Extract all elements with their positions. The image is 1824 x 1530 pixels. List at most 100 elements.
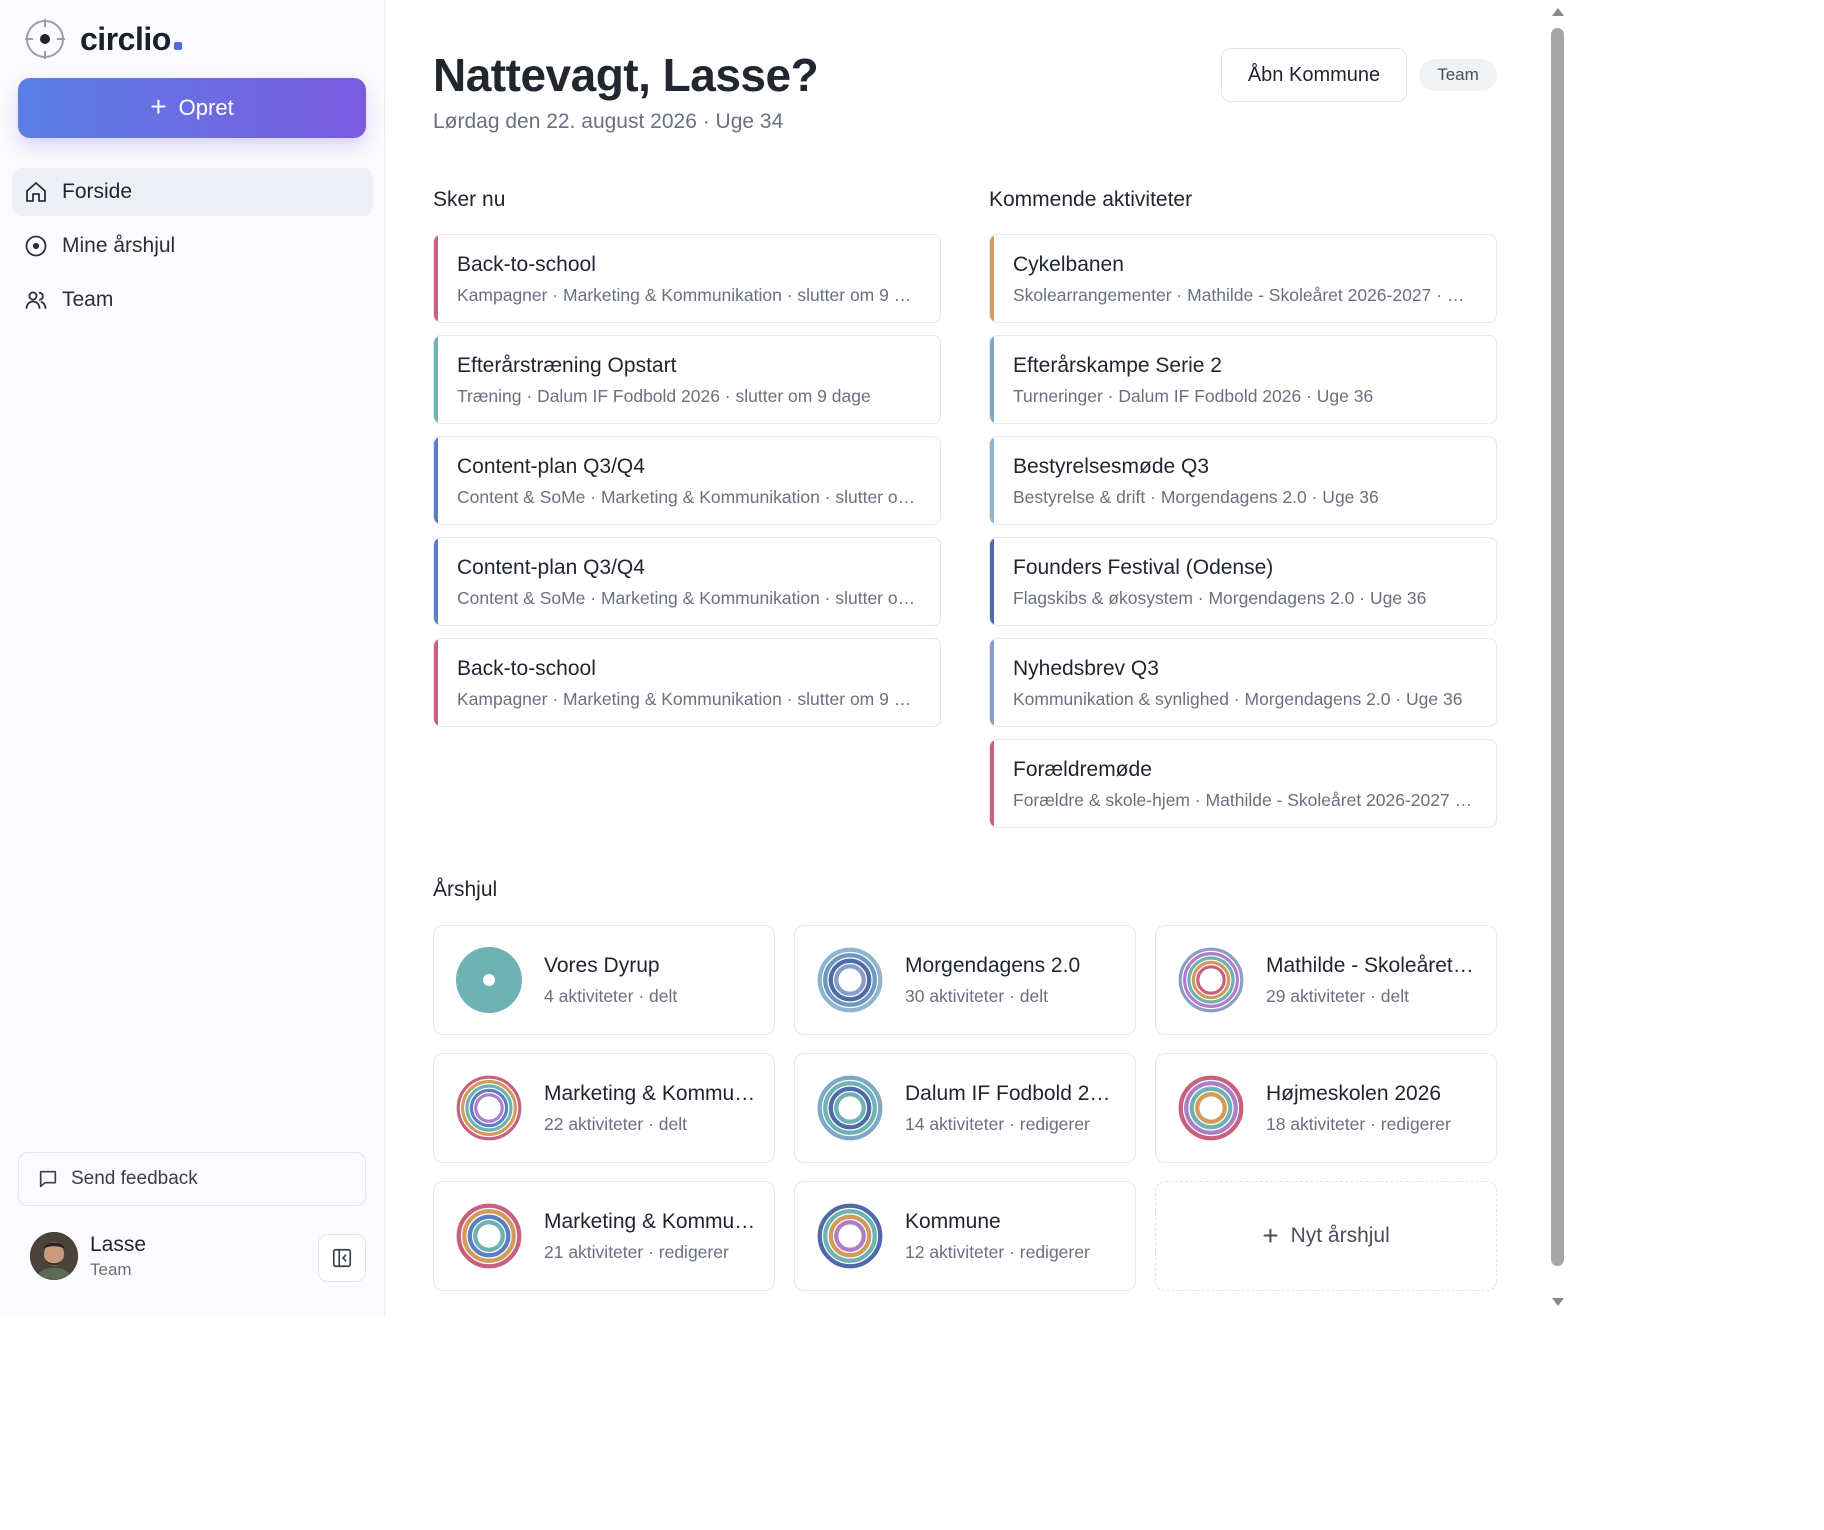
wheel-name: Marketing & Kommunikation (544, 1209, 756, 1233)
wheel-meta: 21 aktiviteter · redigerer (544, 1241, 729, 1262)
team-badge: Team (1419, 59, 1497, 91)
wheel-name: Dalum IF Fodbold 2026 (905, 1081, 1117, 1105)
activity-card[interactable]: Content-plan Q3/Q4 Content & SoMe · Marke… (433, 537, 941, 626)
wheels-section-title: Årshjul (433, 878, 498, 901)
wheel-meta: 4 aktiviteter · delt (544, 985, 678, 1006)
wheel-card[interactable]: Dalum IF Fodbold 2026 14 aktiviteter · re… (794, 1053, 1136, 1163)
user-profile[interactable]: Lasse Team (30, 1232, 146, 1280)
activity-title: Back-to-school (457, 253, 596, 276)
wheel-card[interactable]: Højmeskolen 2026 18 aktiviteter · rediger… (1155, 1053, 1497, 1163)
activity-card[interactable]: Bestyrelsesmøde Q3 Bestyrelse & drift · M… (989, 436, 1497, 525)
wheel-name: Mathilde - Skoleåret 2026-2027 (1266, 953, 1478, 977)
wheel-name: Kommune (905, 1209, 1001, 1233)
activity-title: Nyhedsbrev Q3 (1013, 657, 1159, 680)
wheel-card[interactable]: Morgendagens 2.0 30 aktiviteter · delt (794, 925, 1136, 1035)
home-icon (26, 182, 46, 202)
activity-title: Efterårstræning Opstart (457, 354, 677, 377)
activity-meta: Kampagner · Marketing & Kommunikation · … (457, 285, 920, 305)
plus-icon: + (150, 90, 167, 122)
wheels-grid: Vores Dyrup 4 aktiviteter · delt Morgendag… (433, 925, 1497, 1291)
activity-card[interactable]: Forældremøde Forældre & skole-hjem · Math… (989, 739, 1497, 828)
activity-title: Cykelbanen (1013, 253, 1124, 276)
wheel-meta: 22 aktiviteter · delt (544, 1113, 687, 1134)
wheel-text: Marketing & Kommunikation 22 aktiviteter … (544, 1082, 774, 1135)
scroll-down-arrow-icon[interactable] (1552, 1298, 1564, 1306)
message-square-icon (39, 1170, 57, 1188)
activity-meta: Skolearrangementer · Mathilde - Skoleåre… (1013, 285, 1476, 305)
create-button-label: Opret (178, 95, 234, 120)
wheel-text: Vores Dyrup 4 aktiviteter · delt (544, 954, 774, 1007)
brand-name: circlio (80, 21, 182, 58)
scrollbar[interactable] (1548, 0, 1568, 1315)
plus-icon: + (1262, 1220, 1279, 1251)
upcoming-section-title: Kommende aktiviteter (989, 188, 1193, 211)
wheel-meta: 14 aktiviteter · redigerer (905, 1113, 1090, 1134)
upcoming-list: Cykelbanen Skolearrangementer · Mathilde … (989, 234, 1497, 840)
now-section-title: Sker nu (433, 188, 506, 211)
create-button[interactable]: + Opret (18, 78, 366, 138)
wheel-meta: 12 aktiviteter · redigerer (905, 1241, 1090, 1262)
scroll-up-arrow-icon[interactable] (1552, 8, 1564, 16)
activity-meta: Content & SoMe · Marketing & Kommunikati… (457, 487, 920, 507)
new-wheel-label: Nyt årshjul (1290, 1224, 1390, 1247)
open-kommune-button[interactable]: Åbn Kommune (1221, 48, 1407, 102)
user-role: Team (90, 1259, 132, 1279)
activity-card[interactable]: Content-plan Q3/Q4 Content & SoMe · Marke… (433, 436, 941, 525)
sidebar-item-label: Forside (62, 180, 133, 203)
wheel-text: Højmeskolen 2026 18 aktiviteter · rediger… (1266, 1082, 1496, 1135)
collapse-sidebar-button[interactable] (318, 1234, 366, 1282)
wheel-icon (456, 947, 522, 1013)
sidebar-item-mine-arshjul[interactable]: Mine årshjul (12, 222, 373, 270)
wheel-text: Dalum IF Fodbold 2026 14 aktiviteter · re… (905, 1082, 1135, 1135)
wheel-card[interactable]: Vores Dyrup 4 aktiviteter · delt (433, 925, 775, 1035)
activity-meta: Kommunikation & synlighed · Morgendagens… (1013, 689, 1463, 709)
wheel-icon (817, 1203, 883, 1269)
user-name: Lasse (90, 1232, 147, 1256)
scroll-thumb[interactable] (1551, 28, 1564, 1266)
wheel-name: Morgendagens 2.0 (905, 953, 1081, 977)
now-list: Back-to-school Kampagner · Marketing & Ko… (433, 234, 941, 739)
brand[interactable]: circlio (24, 18, 182, 60)
activity-card[interactable]: Nyhedsbrev Q3 Kommunikation & synlighed ·… (989, 638, 1497, 727)
wheel-meta: 18 aktiviteter · redigerer (1266, 1113, 1451, 1134)
target-icon (25, 235, 47, 257)
activity-card[interactable]: Back-to-school Kampagner · Marketing & Ko… (433, 234, 941, 323)
brand-dot (173, 41, 182, 50)
wheel-text: Mathilde - Skoleåret 2026-2027 29 aktivit… (1266, 954, 1496, 1007)
activity-meta: Træning · Dalum IF Fodbold 2026 · slutte… (457, 386, 871, 406)
sidebar-item-label: Mine årshjul (62, 234, 176, 257)
page-title: Nattevagt, Lasse? (433, 49, 819, 101)
activity-meta: Turneringer · Dalum IF Fodbold 2026 · Ug… (1013, 386, 1374, 406)
activity-meta: Forældre & skole-hjem · Mathilde - Skole… (1013, 790, 1476, 810)
sidebar-item-forside[interactable]: Forside (12, 168, 373, 216)
activity-title: Content-plan Q3/Q4 (457, 556, 645, 579)
wheel-text: Marketing & Kommunikation 21 aktiviteter … (544, 1210, 774, 1263)
new-wheel-button[interactable]: + Nyt årshjul (1155, 1181, 1497, 1291)
activity-card[interactable]: Founders Festival (Odense) Flagskibs & øk… (989, 537, 1497, 626)
sidebar-item-team[interactable]: Team (12, 276, 373, 324)
activity-meta: Content & SoMe · Marketing & Kommunikati… (457, 588, 920, 608)
logo-icon (25, 19, 65, 59)
wheel-icon (456, 1075, 522, 1141)
wheel-name: Vores Dyrup (544, 953, 660, 977)
app-window: circlio + Opret Forside Mine årshjul Tea… (0, 0, 1568, 1315)
wheel-text: Morgendagens 2.0 30 aktiviteter · delt (905, 954, 1135, 1007)
activity-title: Efterårskampe Serie 2 (1013, 354, 1222, 377)
wheel-card[interactable]: Marketing & Kommunikation 21 aktiviteter … (433, 1181, 775, 1291)
wheel-card[interactable]: Kommune 12 aktiviteter · redigerer (794, 1181, 1136, 1291)
activity-title: Bestyrelsesmøde Q3 (1013, 455, 1210, 478)
activity-card[interactable]: Efterårstræning Opstart Træning · Dalum I… (433, 335, 941, 424)
avatar (30, 1232, 78, 1280)
activity-card[interactable]: Efterårskampe Serie 2 Turneringer · Dalum… (989, 335, 1497, 424)
wheel-name: Højmeskolen 2026 (1266, 1081, 1442, 1105)
activity-title: Content-plan Q3/Q4 (457, 455, 645, 478)
sidebar-collapse-icon (332, 1248, 352, 1268)
activity-card[interactable]: Back-to-school Kampagner · Marketing & Ko… (433, 638, 941, 727)
activity-meta: Bestyrelse & drift · Morgendagens 2.0 · … (1013, 487, 1379, 507)
wheel-card[interactable]: Marketing & Kommunikation 22 aktiviteter … (433, 1053, 775, 1163)
wheel-card[interactable]: Mathilde - Skoleåret 2026-2027 29 aktivit… (1155, 925, 1497, 1035)
wheel-text: Kommune 12 aktiviteter · redigerer (905, 1210, 1135, 1263)
wheel-icon (1178, 1075, 1244, 1141)
activity-card[interactable]: Cykelbanen Skolearrangementer · Mathilde … (989, 234, 1497, 323)
send-feedback-button[interactable]: Send feedback (18, 1152, 366, 1206)
